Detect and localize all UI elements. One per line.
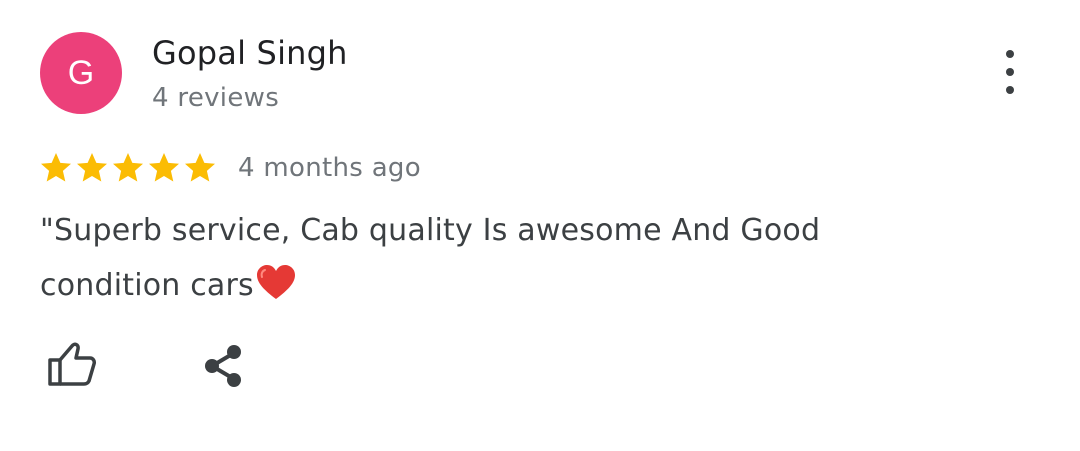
star-icon [41,153,71,182]
review-text-line-2: condition cars [40,268,254,303]
review-card: G Gopal Singh 4 reviews 4 months ago "Su… [0,0,1080,451]
red-heart-icon [256,265,295,299]
review-count: 4 reviews [152,83,280,113]
more-options-button[interactable] [990,50,1030,94]
review-text-line: condition cars [40,258,940,313]
rating-row: 4 months ago [38,150,421,186]
star-rating [38,150,218,186]
star-icon [113,153,143,182]
share-icon [205,345,241,387]
more-vert-icon-dot [1006,86,1014,94]
star-icon [149,153,179,182]
more-vert-icon [1006,50,1014,58]
thumbs-up-icon [48,342,96,386]
review-date: 4 months ago [238,153,421,183]
share-button[interactable] [200,342,248,390]
star-icon [185,153,215,182]
avatar[interactable]: G [40,32,122,114]
like-button[interactable] [44,338,100,390]
star-icon [77,153,107,182]
review-text: "Superb service, Cab quality Is awesome … [40,203,940,313]
review-text-line: "Superb service, Cab quality Is awesome … [40,213,821,248]
more-vert-icon-dot [1006,68,1014,76]
reviewer-name[interactable]: Gopal Singh [152,34,348,72]
